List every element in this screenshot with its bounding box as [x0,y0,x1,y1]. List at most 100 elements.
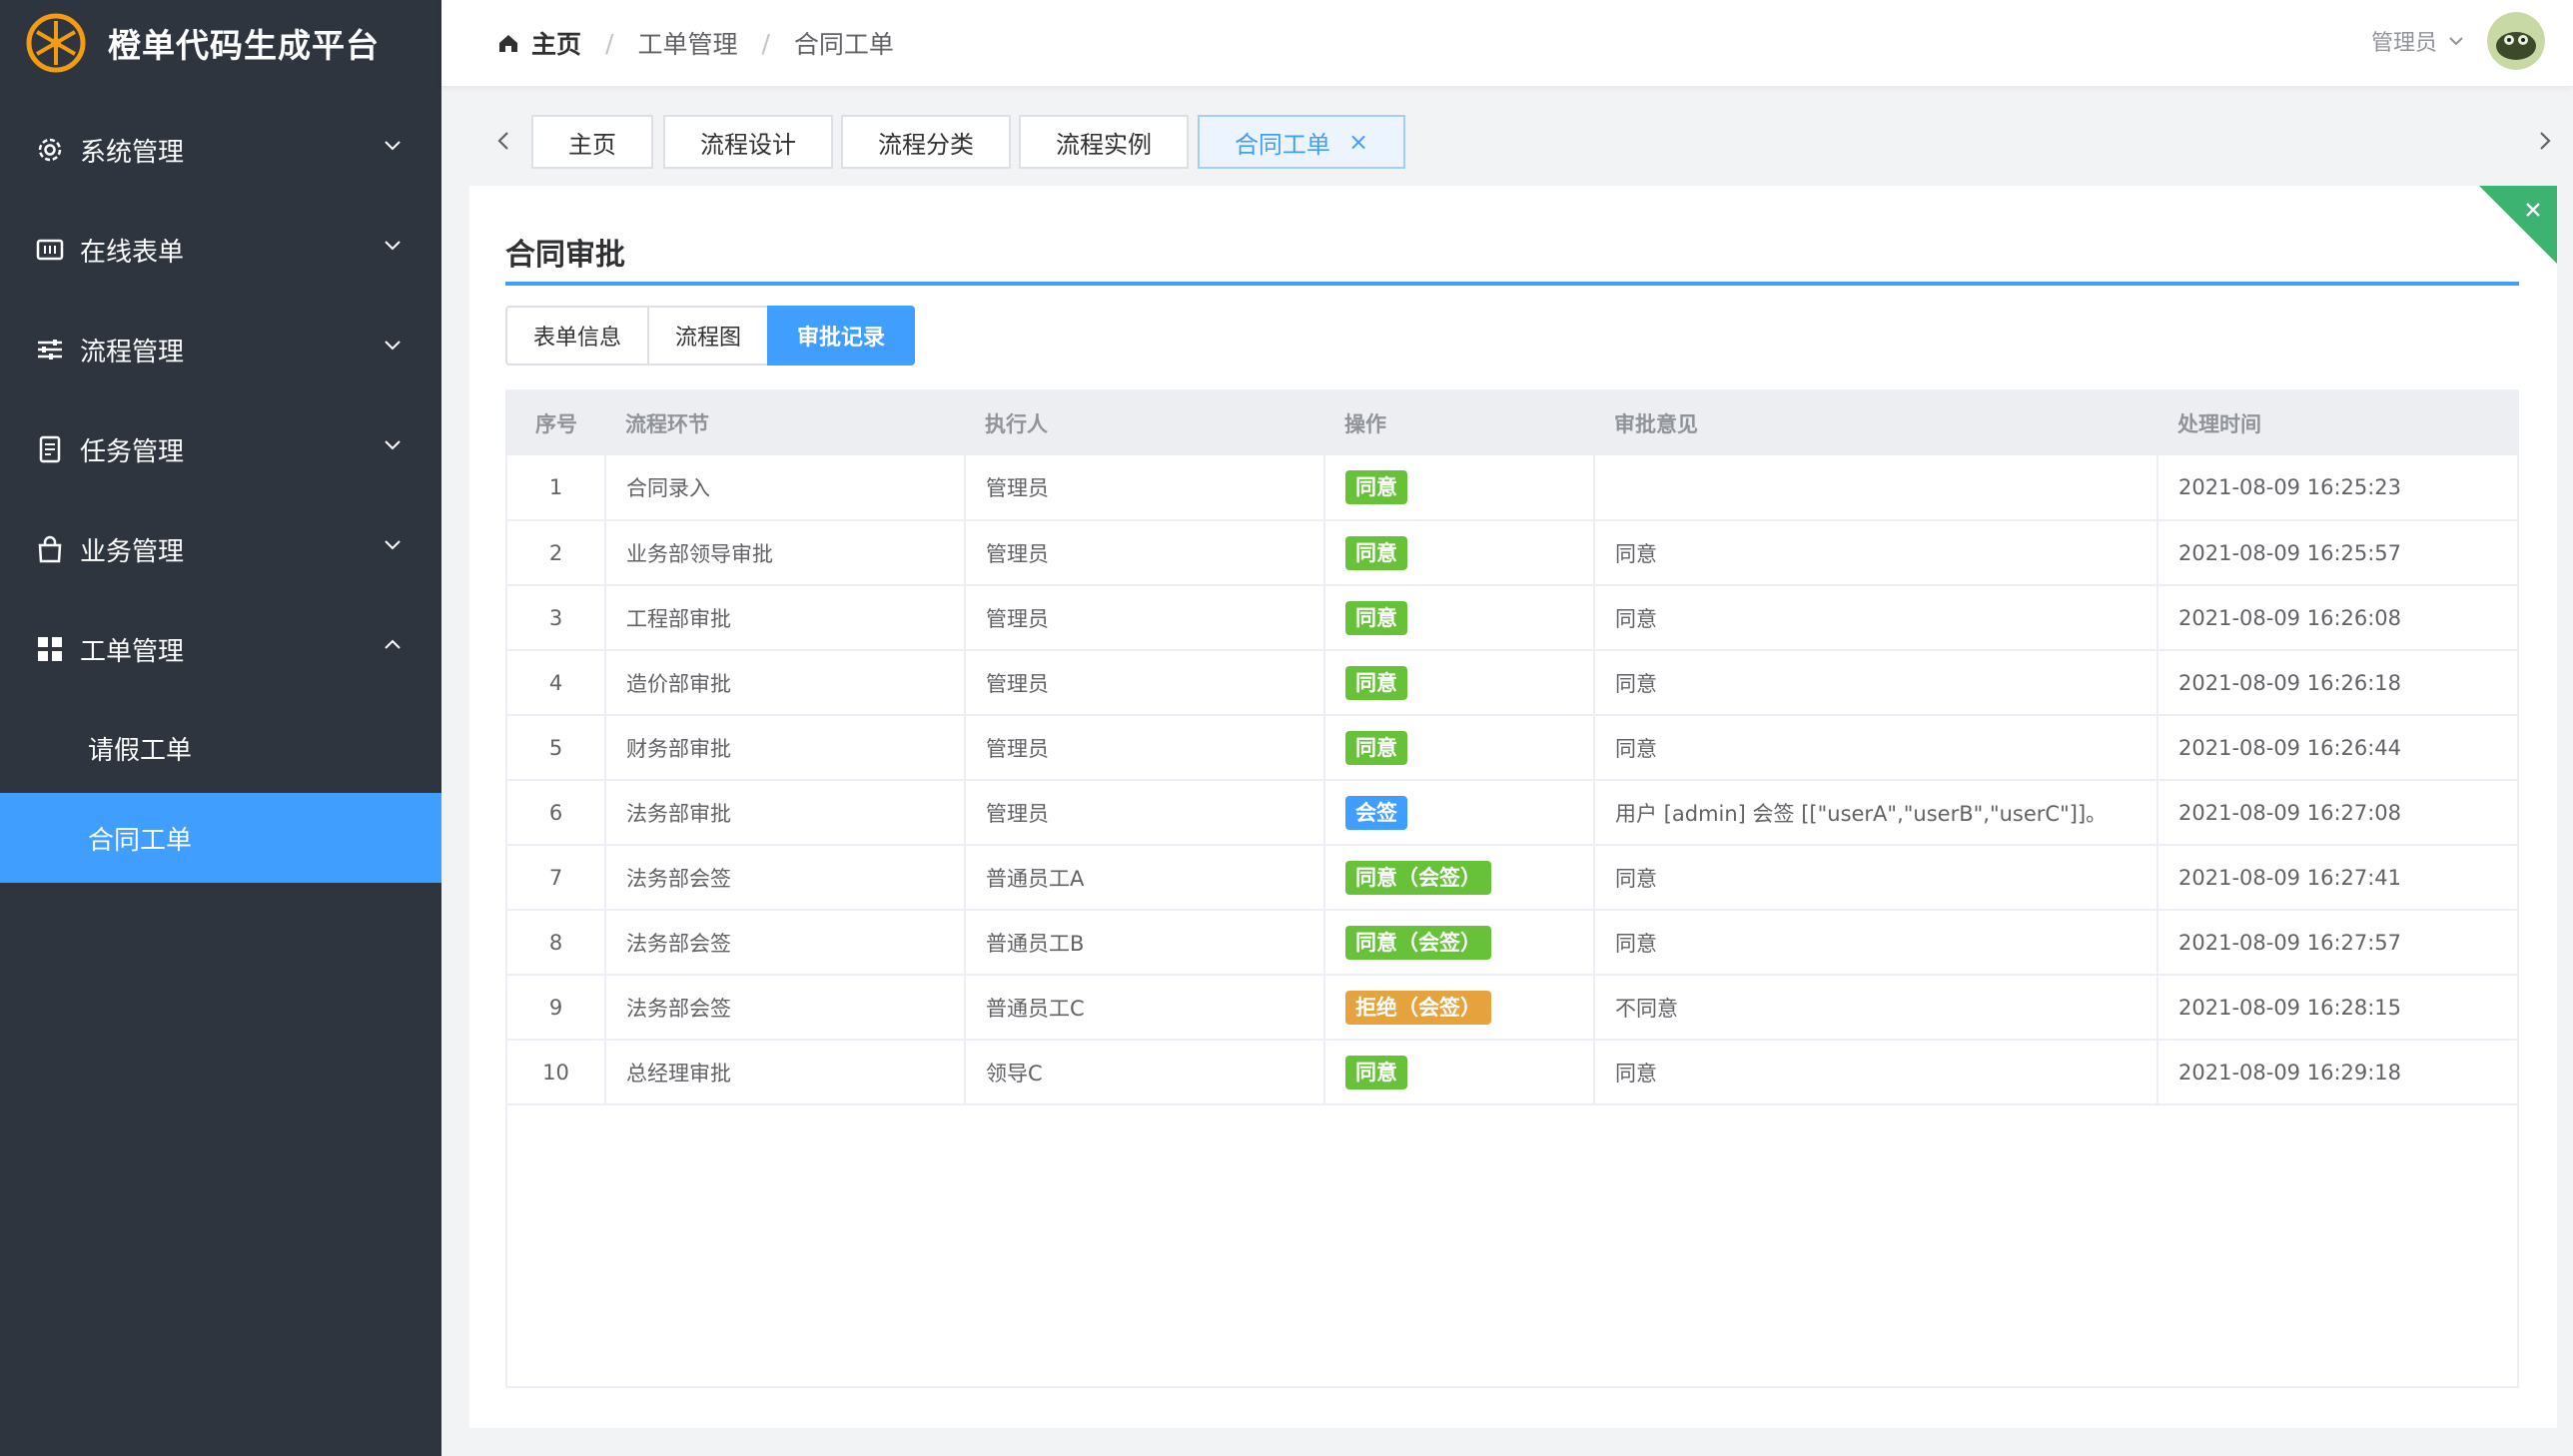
cell-comment: 同意 [1594,1040,2158,1104]
cell-executor: 管理员 [965,650,1325,715]
sidebar-item-system[interactable]: 系统管理 [0,100,441,200]
sidebar-item-label: 业务管理 [80,536,185,567]
cell-executor: 管理员 [965,455,1325,520]
breadcrumb-home[interactable]: 主页 [497,25,581,61]
chevron-down-icon [2449,37,2463,46]
brand: 橙单代码生成平台 [0,0,441,86]
cell-comment: 同意 [1594,715,2158,780]
tab-flow-chart[interactable]: 流程图 [647,306,769,365]
sidebar-item-task[interactable]: 任务管理 [0,399,441,499]
col-time: 处理时间 [2177,412,2261,436]
sidebar-subitem-leave-order[interactable]: 请假工单 [0,703,441,793]
document-icon [34,433,66,465]
table-row: 9 法务部会签 普通员工C 拒绝（会签） 不同意 2021-08-09 16:28:15 [507,975,2517,1040]
sidebar-item-workorder[interactable]: 工单管理 [0,599,441,699]
close-icon[interactable]: × [1348,128,1368,156]
operation-badge: 同意 [1345,535,1407,570]
cell-step: 财务部审批 [605,715,966,780]
cell-time: 2021-08-09 16:27:08 [2178,800,2402,825]
operation-badge: 同意 [1345,600,1407,635]
cell-index: 2 [507,520,606,585]
cell-operation: 同意 [1324,715,1595,780]
cell-time: 2021-08-09 16:27:57 [2178,930,2402,955]
cell-step: 造价部审批 [605,650,966,715]
breadcrumb-separator: / [605,28,614,58]
cell-step: 法务部会签 [605,845,966,910]
tag-home[interactable]: 主页 [531,115,653,169]
top-header: 主页 / 工单管理 / 合同工单 管理员 [441,0,2573,86]
cell-operation: 会签 [1324,780,1595,845]
grid-icon [34,633,66,665]
sidebar-item-label: 任务管理 [80,436,185,467]
sidebar-item-label: 系统管理 [80,137,185,168]
cell-comment: 同意 [1594,520,2158,585]
cell-operation: 同意 [1324,520,1595,585]
operation-badge: 同意 [1345,730,1407,765]
table-row: 7 法务部会签 普通员工A 同意（会签） 同意 2021-08-09 16:27:41 [507,845,2517,910]
tab-form-info[interactable]: 表单信息 [505,306,649,365]
avatar[interactable] [2487,12,2545,70]
cell-operation: 同意（会签） [1324,845,1595,910]
cell-index: 6 [507,780,606,845]
chevron-down-icon [385,341,401,351]
breadcrumb-home-label: 主页 [531,30,582,59]
cell-comment: 同意 [1594,585,2158,650]
sidebar-item-business[interactable]: 业务管理 [0,499,441,599]
chevron-up-icon [385,639,401,649]
sidebar-item-flow[interactable]: 流程管理 [0,300,441,399]
sidebar-item-online-form[interactable]: 在线表单 [0,200,441,300]
table-header-row: 序号 流程环节 执行人 操作 审批意见 处理时间 [507,391,2517,455]
sidebar-item-label: 工单管理 [80,636,185,667]
tag-flow-category[interactable]: 流程分类 [841,115,1011,169]
cell-operation: 同意 [1324,585,1595,650]
tag-flow-instance[interactable]: 流程实例 [1019,115,1189,169]
sidebar-item-label: 在线表单 [80,237,185,268]
breadcrumb-workorder[interactable]: 工单管理 [637,25,737,61]
subtabs: 表单信息 流程图 审批记录 [505,306,915,365]
tag-label: 合同工单 [1234,130,1330,159]
sidebar-subitem-contract-order[interactable]: 合同工单 [0,793,441,883]
cell-comment: 同意 [1594,845,2158,910]
table-row: 5 财务部审批 管理员 同意 同意 2021-08-09 16:26:44 [507,715,2517,780]
tag-flow-design[interactable]: 流程设计 [663,115,833,169]
user-menu[interactable]: 管理员 [2371,12,2545,70]
tag-contract-order[interactable]: 合同工单 × [1198,115,1405,169]
close-corner-icon[interactable] [2479,186,2557,264]
cell-step: 法务部审批 [605,780,966,845]
cell-executor: 领导C [965,1040,1325,1104]
cell-index: 8 [507,910,606,975]
main-panel: 合同审批 表单信息 流程图 审批记录 序号 流程环节 执行人 操作 审批意见 处… [469,186,2557,1428]
cell-index: 1 [507,455,606,520]
tab-approval-records[interactable]: 审批记录 [767,306,915,365]
cell-operation: 同意（会签） [1324,910,1595,975]
cell-comment: 不同意 [1594,975,2158,1040]
breadcrumb: 主页 / 工单管理 / 合同工单 [497,25,894,61]
breadcrumb-current: 合同工单 [793,30,894,59]
bag-icon [34,533,66,565]
table-row: 2 业务部领导审批 管理员 同意 同意 2021-08-09 16:25:57 [507,520,2517,585]
cell-executor: 普通员工A [965,845,1325,910]
operation-badge: 同意 [1345,1055,1407,1090]
gear-icon [34,134,66,166]
orange-logo-icon [26,13,86,73]
cell-operation: 同意 [1324,650,1595,715]
table-row: 6 法务部审批 管理员 会签 用户 [admin] 会签 [["userA","user… [507,780,2517,845]
operation-badge: 同意（会签） [1345,860,1491,895]
cell-executor: 管理员 [965,585,1325,650]
chevron-right-icon[interactable] [2531,128,2557,154]
cell-index: 7 [507,845,606,910]
cell-index: 3 [507,585,606,650]
chevron-down-icon [385,241,401,251]
operation-badge: 同意 [1345,470,1407,504]
chevron-left-icon[interactable] [491,128,517,154]
cell-time: 2021-08-09 16:26:08 [2178,605,2402,630]
title-divider [505,282,2519,286]
cell-executor: 管理员 [965,715,1325,780]
cell-time: 2021-08-09 16:29:18 [2178,1060,2402,1085]
cell-operation: 同意 [1324,455,1595,520]
cell-comment: 用户 [admin] 会签 [["userA","userB","userC"]… [1594,780,2158,845]
cell-step: 总经理审批 [605,1040,966,1104]
sidebar: 橙单代码生成平台 系统管理 在线表单 流程管理 任务管理 业务管理 工单管理 请… [0,0,441,1456]
cell-step: 合同录入 [605,455,966,520]
table-row: 10 总经理审批 领导C 同意 同意 2021-08-09 16:29:18 [507,1040,2517,1104]
